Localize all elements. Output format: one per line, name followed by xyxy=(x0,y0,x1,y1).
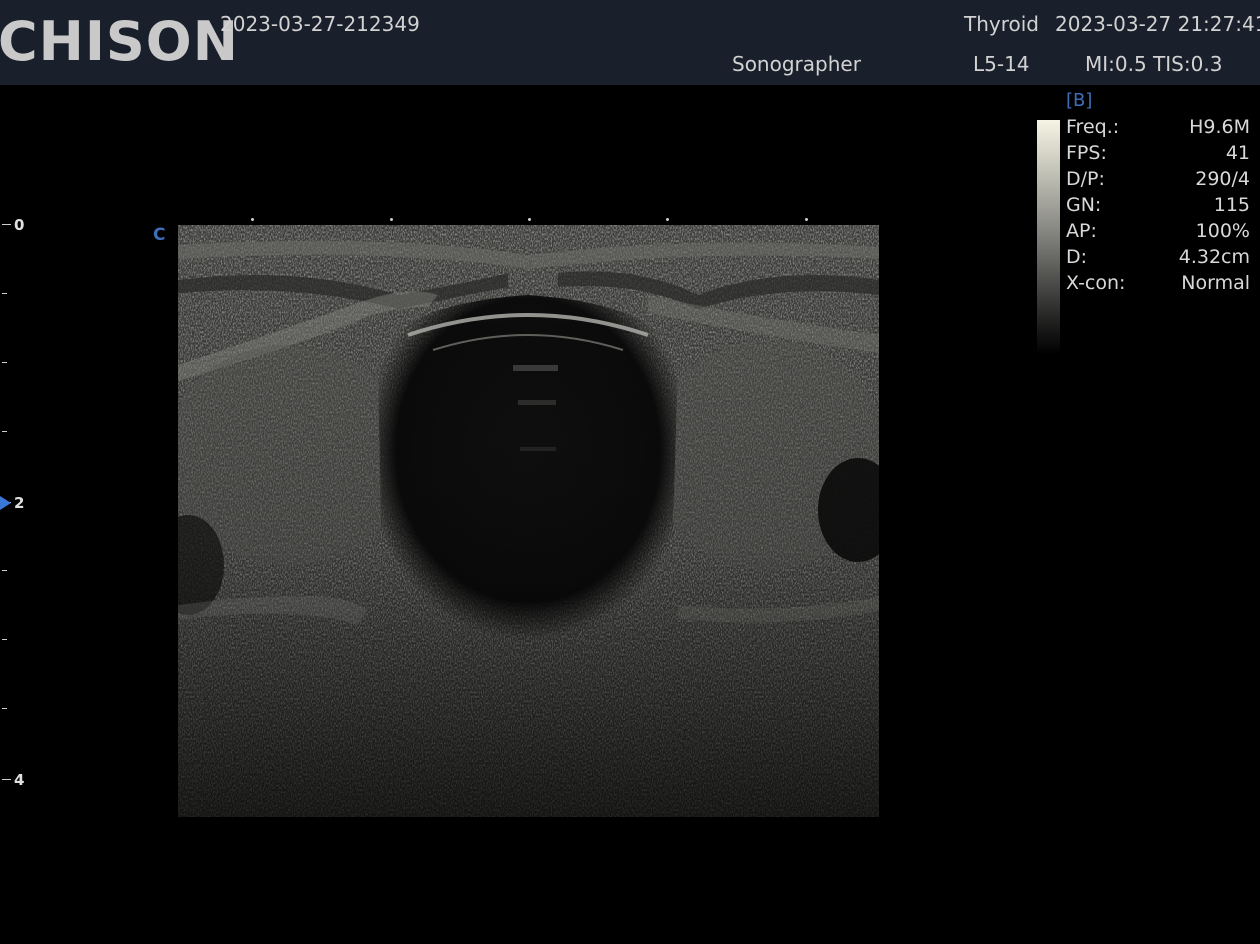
param-value: 4.32cm xyxy=(1178,246,1250,268)
param-row-ap[interactable]: AP: 100% xyxy=(1066,219,1250,245)
param-name: D: xyxy=(1066,246,1088,268)
grayscale-bar xyxy=(1037,120,1060,355)
param-name: D/P: xyxy=(1066,168,1105,190)
param-value: 100% xyxy=(1195,220,1250,242)
depth-tick xyxy=(2,570,7,571)
lateral-scale-dot xyxy=(390,218,393,221)
operator-label: Sonographer xyxy=(732,52,861,76)
param-name: X-con: xyxy=(1066,272,1126,294)
depth-tick xyxy=(2,362,7,363)
depth-label-0: 0 xyxy=(14,216,25,234)
mi-tis-readout: MI:0.5 TIS:0.3 xyxy=(1085,52,1223,76)
chison-logo: CHISON xyxy=(0,10,239,73)
parameter-panel: Freq.: H9.6M FPS: 41 D/P: 290/4 GN: 115 … xyxy=(1066,115,1250,297)
depth-tick xyxy=(2,779,11,780)
depth-tick xyxy=(2,224,11,225)
param-name: GN: xyxy=(1066,194,1102,216)
lateral-scale-dot xyxy=(251,218,254,221)
header-bar: CHISON 2023-03-27-212349 Thyroid 2023-03… xyxy=(0,0,1260,85)
ultrasound-image[interactable] xyxy=(178,225,879,817)
param-row-freq[interactable]: Freq.: H9.6M xyxy=(1066,115,1250,141)
lateral-scale-dot xyxy=(805,218,808,221)
depth-scale: 0 2 4 xyxy=(0,215,40,795)
date-time: 2023-03-27 21:27:41 xyxy=(1055,12,1260,36)
param-row-depth[interactable]: D: 4.32cm xyxy=(1066,245,1250,271)
param-value: 115 xyxy=(1213,194,1250,216)
orientation-marker: C xyxy=(153,225,166,245)
param-row-fps[interactable]: FPS: 41 xyxy=(1066,141,1250,167)
probe-name[interactable]: L5-14 xyxy=(973,52,1030,76)
study-id: 2023-03-27-212349 xyxy=(220,12,420,36)
param-value: 290/4 xyxy=(1195,168,1250,190)
param-name: AP: xyxy=(1066,220,1097,242)
param-row-gain[interactable]: GN: 115 xyxy=(1066,193,1250,219)
param-name: FPS: xyxy=(1066,142,1107,164)
param-name: Freq.: xyxy=(1066,116,1120,138)
param-value: 41 xyxy=(1225,142,1250,164)
depth-tick xyxy=(2,431,7,432)
exam-preset[interactable]: Thyroid xyxy=(964,12,1039,36)
depth-label-4: 4 xyxy=(14,771,25,789)
imaging-mode-label: [B] xyxy=(1066,90,1093,111)
focus-marker-icon[interactable] xyxy=(0,496,11,510)
depth-label-2: 2 xyxy=(14,494,25,512)
depth-tick xyxy=(2,708,7,709)
lateral-scale-dot xyxy=(528,218,531,221)
param-value: Normal xyxy=(1181,272,1250,294)
param-row-dp[interactable]: D/P: 290/4 xyxy=(1066,167,1250,193)
param-row-xcon[interactable]: X-con: Normal xyxy=(1066,271,1250,297)
depth-tick xyxy=(2,293,7,294)
depth-tick xyxy=(2,639,7,640)
param-value: H9.6M xyxy=(1189,116,1250,138)
lateral-scale-dot xyxy=(666,218,669,221)
